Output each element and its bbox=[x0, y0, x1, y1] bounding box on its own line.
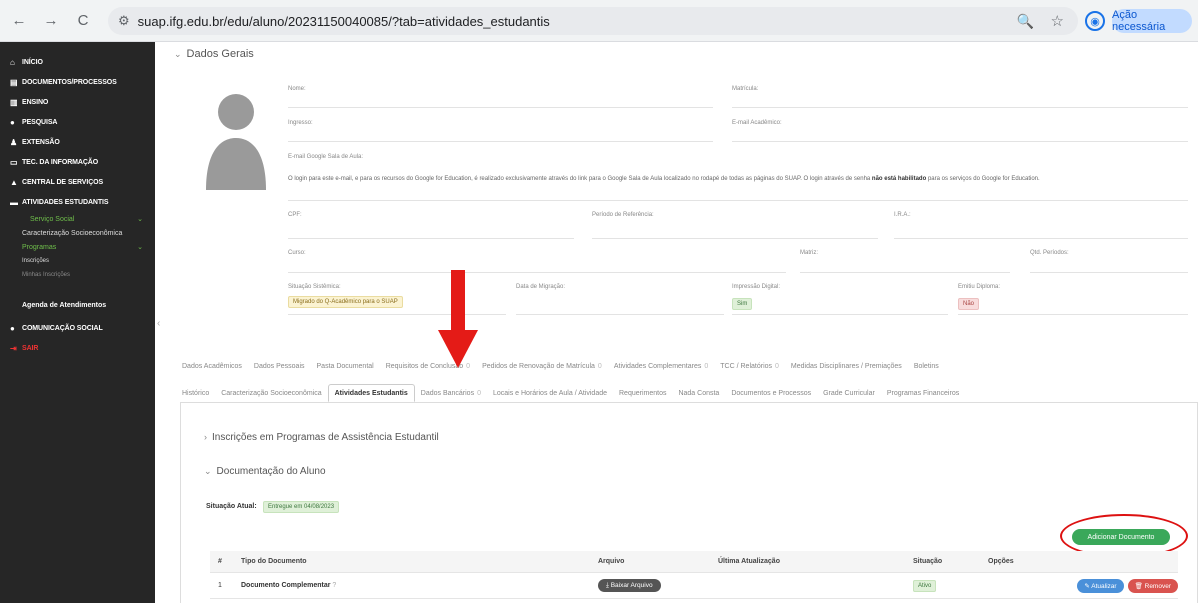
chevron-down-icon: ⌄ bbox=[174, 49, 182, 59]
situacao-atual-badge: Entregue em 04/08/2023 bbox=[263, 501, 340, 513]
zoom-icon[interactable]: 🔍 bbox=[1017, 13, 1034, 30]
sidebar-sub-programas[interactable]: Programas ⌄ bbox=[0, 240, 155, 254]
sidebar-item-extensao[interactable]: ♟ Extensão bbox=[0, 132, 155, 152]
remove-button[interactable]: 🗑 Remover bbox=[1127, 578, 1178, 593]
download-file-button[interactable]: ⤓ Baixar Arquivo bbox=[598, 578, 661, 592]
tab-pasta-documental[interactable]: Pasta Documental bbox=[311, 357, 380, 375]
file-icon: ▤ bbox=[10, 77, 18, 87]
address-bar[interactable]: ⚙ suap.ifg.edu.br/edu/aluno/202311500400… bbox=[108, 7, 1078, 35]
emitiu-diploma-label: Emitiu Diploma: bbox=[958, 284, 1001, 290]
back-icon[interactable]: ← bbox=[6, 8, 32, 34]
table-row: 1 Documento Complementar ? ⤓ Baixar Arqu… bbox=[210, 573, 1178, 599]
tab-programas-financeiros[interactable]: Programas Financeiros bbox=[881, 384, 965, 402]
home-icon: ⌂ bbox=[10, 57, 15, 67]
tab-medidas-disciplinares[interactable]: Medidas Disciplinares / Premiações bbox=[785, 357, 908, 375]
update-button[interactable]: ✎ Atualizar bbox=[1077, 578, 1124, 593]
wrench-icon: ▲ bbox=[10, 177, 18, 187]
red-arrow-annotation bbox=[438, 270, 478, 368]
impressao-digital-label: Impressão Digital: bbox=[732, 284, 781, 290]
google-info-text: O login para este e-mail, e para os recu… bbox=[288, 176, 1040, 182]
sidebar-item-agenda[interactable]: Agenda de Atendimentos bbox=[0, 298, 155, 312]
tab-grade-curricular[interactable]: Grade Curricular bbox=[817, 384, 881, 402]
tab-dados-academicos[interactable]: Dados Acadêmicos bbox=[176, 357, 248, 375]
sidebar: ⌂ Início ▤ Documentos/Processos ▥ Ensino ● P… bbox=[0, 42, 155, 603]
qtd-periodos-label: Qtd. Períodos: bbox=[1030, 250, 1069, 256]
chevron-down-icon: ⌄ bbox=[137, 216, 143, 223]
tab-tcc-relatorios[interactable]: TCC / Relatórios 0 bbox=[714, 357, 785, 375]
sidebar-item-central-servicos[interactable]: ▲ Central de Serviços bbox=[0, 172, 155, 192]
main-content: ⌄ Dados Gerais Nome: Matrícula: Ingresso:… bbox=[160, 42, 1198, 603]
cpf-label: CPF: bbox=[288, 212, 302, 218]
browser-toolbar: ← → C ⚙ suap.ifg.edu.br/edu/aluno/202311… bbox=[0, 0, 1198, 42]
curso-label: Curso: bbox=[288, 250, 306, 256]
matriz-label: Matriz: bbox=[800, 250, 818, 256]
situacao-atual-label: Situação Atual: bbox=[206, 503, 257, 510]
tab-historico[interactable]: Histórico bbox=[176, 384, 215, 402]
sidebar-item-documentos[interactable]: ▤ Documentos/Processos bbox=[0, 72, 155, 92]
graduation-cap-icon: ▬ bbox=[10, 197, 18, 207]
help-icon: ? bbox=[332, 582, 337, 589]
tab-caracterizacao[interactable]: Caracterização Socioeconômica bbox=[215, 384, 327, 402]
monitor-icon: ▭ bbox=[10, 157, 18, 167]
tab-documentos-processos[interactable]: Documentos e Processos bbox=[725, 384, 817, 402]
chevron-right-icon: › bbox=[204, 432, 207, 442]
tab-atividades-estudantis[interactable]: Atividades Estudantis bbox=[327, 384, 415, 402]
tab-dados-pessoais[interactable]: Dados Pessoais bbox=[248, 357, 311, 375]
tab-dados-bancarios[interactable]: Dados Bancários 0 bbox=[415, 384, 487, 402]
sidebar-sub-minhas-inscricoes[interactable]: Minhas Inscrições bbox=[0, 268, 155, 282]
emitiu-diploma-badge: Não bbox=[958, 298, 980, 310]
sidebar-item-ensino[interactable]: ▥ Ensino bbox=[0, 92, 155, 112]
tab-requerimentos[interactable]: Requerimentos bbox=[613, 384, 672, 402]
sidebar-item-inicio[interactable]: ⌂ Início bbox=[0, 52, 155, 72]
megaphone-icon: ● bbox=[10, 323, 15, 333]
sidebar-item-tec-informacao[interactable]: ▭ Tec. da Informação bbox=[0, 152, 155, 172]
tab-atividades-complementares[interactable]: Atividades Complementares 0 bbox=[608, 357, 714, 375]
documents-table: # Tipo do Documento Arquivo Última Atual… bbox=[210, 551, 1178, 599]
sidebar-item-comunicacao[interactable]: ● Comunicação Social bbox=[0, 318, 155, 338]
status-badge: Ativo bbox=[913, 580, 937, 592]
email-google-label: E-mail Google Sala de Aula: bbox=[288, 154, 364, 160]
reload-icon[interactable]: C bbox=[70, 8, 96, 34]
data-migracao-label: Data de Migração: bbox=[516, 284, 566, 290]
sidebar-item-sair[interactable]: ⇥ Sair bbox=[0, 338, 155, 358]
avatar bbox=[206, 94, 266, 190]
doc-type: Documento Complementar ? bbox=[241, 582, 337, 589]
dados-gerais-header[interactable]: ⌄ Dados Gerais bbox=[174, 48, 254, 60]
flask-icon: ● bbox=[10, 117, 15, 127]
url-text: suap.ifg.edu.br/edu/aluno/20231150040085… bbox=[137, 13, 550, 29]
book-icon: ▥ bbox=[10, 97, 18, 107]
chevron-down-icon: ⌄ bbox=[204, 466, 212, 476]
situacao-sistemica-badge: Migrado do Q-Acadêmico para o SUAP bbox=[288, 296, 403, 308]
chevron-down-icon: ⌄ bbox=[137, 244, 143, 251]
nome-label: Nome: bbox=[288, 86, 306, 92]
tab-boletins[interactable]: Boletins bbox=[908, 357, 945, 375]
tabs-row-1: Dados Acadêmicos Dados Pessoais Pasta Do… bbox=[176, 357, 945, 375]
table-header: # Tipo do Documento Arquivo Última Atual… bbox=[210, 551, 1178, 573]
situacao-sistemica-label: Situação Sistêmica: bbox=[288, 284, 341, 290]
inscricoes-header[interactable]: › Inscrições em Programas de Assistência … bbox=[204, 432, 439, 443]
forward-icon[interactable]: → bbox=[38, 8, 64, 34]
logout-icon: ⇥ bbox=[10, 343, 17, 353]
periodo-referencia-label: Período de Referência: bbox=[592, 212, 654, 218]
ira-label: I.R.A.: bbox=[894, 212, 911, 218]
matricula-label: Matrícula: bbox=[732, 86, 759, 92]
action-required-button[interactable]: Ação necessária bbox=[1112, 9, 1192, 33]
sidebar-item-atividades-estudantis[interactable]: ▬ Atividades Estudantis bbox=[0, 192, 155, 212]
tab-pedidos-renovacao[interactable]: Pedidos de Renovação de Matrícula 0 bbox=[476, 357, 608, 375]
bookmark-star-icon[interactable]: ☆ bbox=[1051, 12, 1064, 30]
site-settings-icon[interactable]: ⚙ bbox=[118, 13, 130, 29]
sidebar-item-pesquisa[interactable]: ● Pesquisa bbox=[0, 112, 155, 132]
tabs-row-2: Histórico Caracterização Socioeconômica … bbox=[176, 384, 965, 402]
tab-nada-consta[interactable]: Nada Consta bbox=[672, 384, 725, 402]
email-academico-label: E-mail Acadêmico: bbox=[732, 120, 782, 126]
profile-icon[interactable]: ◉ bbox=[1085, 11, 1105, 31]
ingresso-label: Ingresso: bbox=[288, 120, 313, 126]
sidebar-sub-inscricoes[interactable]: Inscrições bbox=[0, 254, 155, 268]
impressao-digital-badge: Sim bbox=[732, 298, 753, 310]
people-icon: ♟ bbox=[10, 137, 18, 147]
tab-locais-horarios[interactable]: Locais e Horários de Aula / Atividade bbox=[487, 384, 613, 402]
sidebar-sub-servico-social[interactable]: Serviço Social ⌄ bbox=[0, 212, 155, 226]
sidebar-sub-caracterizacao[interactable]: Caracterização Socioeconômica bbox=[0, 226, 155, 240]
documentacao-header[interactable]: ⌄ Documentação do Aluno bbox=[204, 466, 326, 477]
